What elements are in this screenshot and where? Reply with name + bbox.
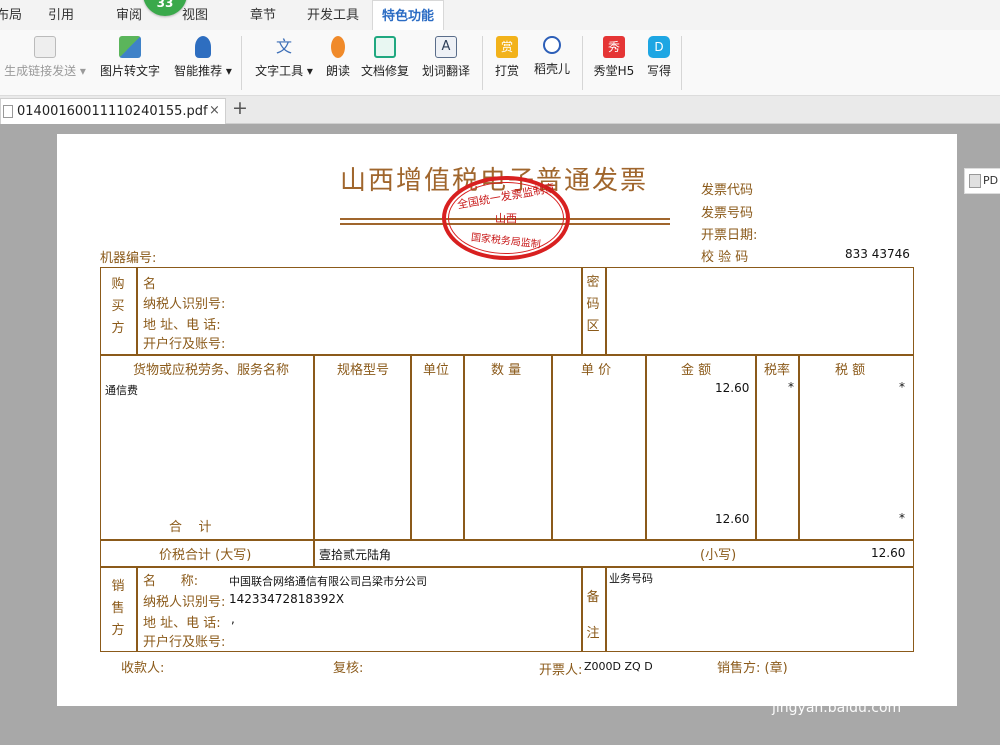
buyer-address-label: 地 址、电 话: [143, 318, 221, 333]
item-amount: 12.60 [715, 381, 750, 395]
column-header-tax-rate: 税率 [764, 363, 791, 378]
seller-address-label: 地 址、电 话: [143, 616, 221, 631]
column-header-tax: 税 额 [835, 363, 866, 378]
subtotal-amount: 12.60 [715, 512, 750, 526]
password-area-label: 密码区 [586, 275, 600, 334]
invoice-number-label: 发票号码 [701, 206, 754, 221]
check-code-value: 833 43746 [845, 247, 910, 261]
subtotal-tax: * [899, 511, 905, 525]
buyer-bank-label: 开户行及账号: [143, 337, 226, 352]
ribbon-separator [241, 36, 242, 90]
baidu-jingyan-watermark: Bai 经验 jingyan.baidu.com [768, 667, 902, 716]
seller-section-label: 销售方 [111, 579, 125, 638]
seller-address-value: , [231, 612, 235, 626]
tab-developer[interactable]: 开发工具 [304, 0, 362, 30]
total-small-value: 12.60 [871, 546, 906, 560]
image-to-text-icon [119, 36, 141, 58]
doc-repair-button[interactable]: 文档修复 [358, 34, 412, 92]
seller-name-label: 名 称: [143, 574, 199, 589]
tab-layout[interactable]: 布局 [0, 0, 24, 30]
docer-button[interactable]: 稻壳儿 [530, 34, 574, 92]
close-tab-icon[interactable]: × [209, 103, 220, 118]
read-aloud-icon [331, 36, 345, 58]
total-in-words-label: 价税合计 (大写) [159, 548, 252, 563]
text-tools-button[interactable]: 文 文字工具 ▾ [251, 34, 317, 92]
reward-icon: 赏 [496, 36, 518, 58]
issue-date-label: 开票日期: [701, 228, 758, 243]
remarks-value: 业务号码 [609, 572, 653, 585]
column-header-goods: 货物或应税劳务、服务名称 [133, 363, 290, 378]
seller-bank-label: 开户行及账号: [143, 635, 226, 650]
image-to-text-button[interactable]: 图片转文字 [96, 34, 164, 92]
reviewer-label: 复核: [333, 661, 364, 676]
translate-icon: A [435, 36, 457, 58]
seller-name-value: 中国联合网络通信有限公司吕梁市分公司 [229, 575, 427, 588]
document-tab-bar: 01400160011110240155.pdf × + [0, 96, 1000, 124]
invoice-code-label: 发票代码 [701, 183, 754, 198]
write-icon: D [648, 36, 670, 58]
buyer-tax-id-label: 纳税人识别号: [143, 297, 226, 312]
share-link-button[interactable]: 生成链接发送 ▾ [0, 34, 90, 92]
tab-special-features[interactable]: 特色功能 [372, 0, 444, 30]
tab-review[interactable]: 审阅 [112, 0, 146, 30]
ribbon-separator [482, 36, 483, 90]
text-tools-icon: 文 [275, 37, 292, 56]
write-button[interactable]: D 写得 [644, 34, 674, 92]
smart-recommend-icon [195, 36, 211, 58]
column-header-amount: 金 额 [681, 363, 712, 378]
side-panel-pdf-button[interactable]: PD [964, 168, 1000, 194]
docer-icon [543, 36, 561, 54]
read-aloud-button[interactable]: 朗读 [323, 34, 353, 92]
ribbon-separator [582, 36, 583, 90]
drawer-label: 开票人: [539, 663, 583, 678]
xiutang-icon: 秀 [603, 36, 625, 58]
tab-references[interactable]: 引用 [44, 0, 78, 30]
document-tab[interactable]: 01400160011110240155.pdf × [0, 98, 226, 124]
buyer-section-label: 购买方 [111, 277, 125, 336]
subtotal-label: 合 计 [169, 520, 212, 535]
smart-recommend-button[interactable]: 智能推荐 ▾ [170, 34, 236, 92]
official-seal: 全国统一发票监制章 山西 国家税务局监制 [442, 176, 570, 260]
buyer-name-label: 名 [143, 277, 157, 292]
menu-bar: 布局 引用 审阅 视图 章节 开发工具 特色功能 33 [0, 0, 1000, 30]
column-header-spec: 规格型号 [337, 363, 390, 378]
payee-label: 收款人: [121, 661, 165, 676]
reward-button[interactable]: 赏 打赏 [490, 34, 524, 92]
tab-chapter[interactable]: 章节 [246, 0, 280, 30]
item-tax-rate: * [788, 380, 794, 394]
new-tab-button[interactable]: + [232, 97, 248, 119]
machine-number-label: 机器编号: [100, 251, 157, 266]
check-code-label: 校 验 码 [701, 250, 749, 265]
column-header-unit-price: 单 价 [581, 363, 612, 378]
xiutang-h5-button[interactable]: 秀 秀堂H5 [590, 34, 638, 92]
ribbon-separator [681, 36, 682, 90]
total-in-words-value: 壹拾贰元陆角 [319, 548, 392, 562]
pdf-page: 山西增值税电子普通发票 全国统一发票监制章 山西 国家税务局监制 发票代码 发票… [57, 134, 957, 706]
ribbon-toolbar: 生成链接发送 ▾ 图片转文字 智能推荐 ▾ 文 文字工具 ▾ 朗读 文档修复 A… [0, 30, 1000, 96]
remarks-label: 备注 [586, 590, 600, 641]
translate-button[interactable]: A 划词翻译 [418, 34, 474, 92]
seller-tax-id-value: 14233472818392X [229, 592, 345, 606]
document-tab-filename: 01400160011110240155.pdf [17, 104, 208, 119]
pdf-icon [969, 174, 981, 188]
seller-tax-id-label: 纳税人识别号: [143, 595, 226, 610]
pdf-file-icon [3, 105, 13, 118]
drawer-value: Z000D ZQ D [584, 660, 653, 673]
item-name: 通信费 [105, 384, 138, 397]
doc-repair-icon [374, 36, 396, 58]
column-header-unit: 单位 [423, 363, 450, 378]
column-header-quantity: 数 量 [491, 363, 522, 378]
total-small-label: (小写) [700, 548, 737, 563]
item-tax: * [899, 380, 905, 394]
share-link-icon [34, 36, 56, 58]
